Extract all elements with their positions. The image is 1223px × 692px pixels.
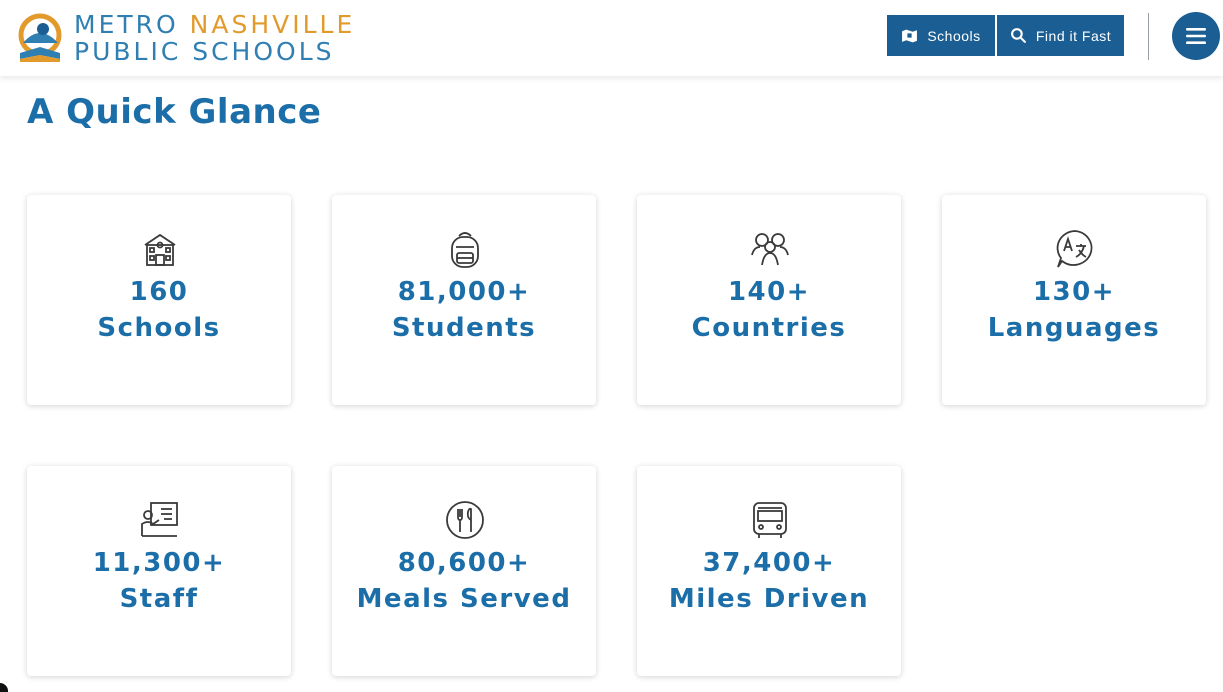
page-corner [0, 683, 8, 692]
stat-card-countries: 140+ Countries [637, 195, 901, 405]
hamburger-menu-icon [1186, 28, 1206, 44]
people-icon [751, 233, 789, 266]
schools-button[interactable]: Schools [887, 15, 995, 56]
backpack-icon [451, 232, 479, 268]
header-divider [1148, 13, 1149, 60]
stat-value: 130+ [1032, 277, 1116, 307]
find-it-fast-label: Find it Fast [1035, 27, 1112, 44]
stat-value: 160 [129, 277, 189, 307]
schools-button-label: Schools [927, 27, 981, 44]
page-title: A Quick Glance [27, 92, 322, 132]
bus-icon [753, 502, 787, 538]
plate-utensils-icon [446, 501, 484, 539]
school-map-icon [902, 29, 918, 43]
menu-button[interactable] [1172, 12, 1220, 60]
mnps-logo[interactable]: METRO NASHVILLE PUBLIC SCHOOLS [16, 11, 355, 65]
logo-wordmark: METRO NASHVILLE PUBLIC SCHOOLS [74, 11, 355, 65]
school-building-icon [144, 233, 176, 266]
stat-value: 37,400+ [702, 548, 836, 578]
logo-text-public-schools: PUBLIC SCHOOLS [74, 37, 335, 66]
stat-label: Languages [987, 313, 1161, 343]
mnps-logo-icon [18, 13, 62, 62]
stat-value: 81,000+ [397, 277, 531, 307]
translate-icon [1056, 230, 1093, 268]
stat-label: Students [391, 313, 537, 343]
site-header: METRO NASHVILLE PUBLIC SCHOOLS Schools F… [0, 0, 1223, 76]
stat-label: Schools [97, 313, 221, 343]
stat-card-students: 81,000+ Students [332, 195, 596, 405]
stat-label: Countries [691, 313, 847, 343]
stat-card-meals: 80,600+ Meals Served [332, 466, 596, 676]
stat-card-staff: 11,300+ Staff [27, 466, 291, 676]
stat-card-miles: 37,400+ Miles Driven [637, 466, 901, 676]
logo-text-metro: METRO [74, 10, 179, 39]
find-it-fast-button[interactable]: Find it Fast [997, 15, 1124, 56]
logo-text-nashville: NASHVILLE [189, 10, 356, 39]
stat-card-languages: 130+ Languages [942, 195, 1206, 405]
stat-value: 11,300+ [92, 548, 226, 578]
stat-value: 140+ [727, 277, 811, 307]
teacher-board-icon [141, 502, 178, 537]
stat-value: 80,600+ [397, 548, 531, 578]
stat-card-schools: 160 Schools [27, 195, 291, 405]
stat-label: Miles Driven [668, 584, 870, 614]
search-icon [1010, 28, 1026, 43]
stat-label: Staff [119, 584, 199, 614]
stat-label: Meals Served [356, 584, 572, 614]
